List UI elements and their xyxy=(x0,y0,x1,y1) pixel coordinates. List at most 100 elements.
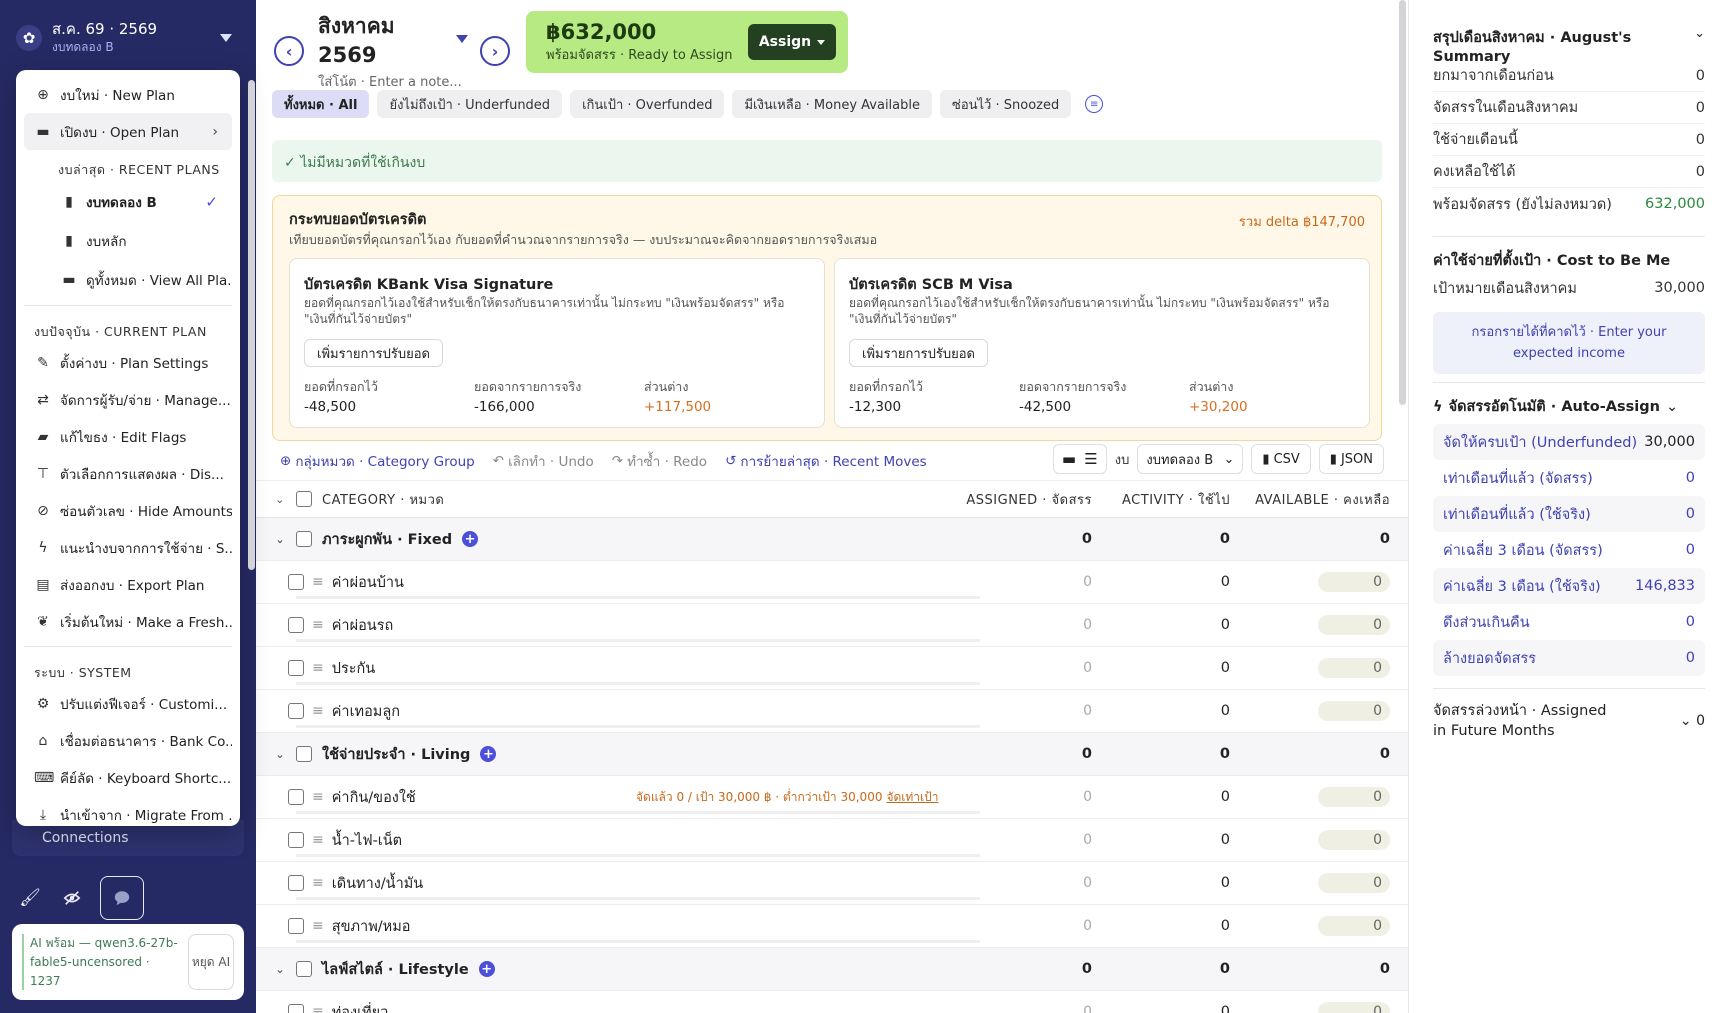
auto-underfunded[interactable]: จัดให้ครบเป้า (Underfunded) 30,000 xyxy=(1433,424,1705,460)
row-checkbox[interactable] xyxy=(288,1004,304,1013)
row-checkbox[interactable] xyxy=(288,660,304,676)
add-category-group-button[interactable]: ⊕ กลุ่มหมวด · Category Group xyxy=(280,450,475,472)
menu-migrate-from[interactable]: ⤓ นำเข้าจาก · Migrate From ... xyxy=(24,796,232,833)
menu-view-all-plans[interactable]: ▬ ดูทั้งหมด · View All Pla... xyxy=(24,260,232,299)
category-name[interactable]: เดินทาง/น้ำมัน xyxy=(332,872,1408,895)
chat-bubble-icon[interactable] xyxy=(100,876,144,920)
paint-roller-icon[interactable]: 🖌 xyxy=(16,884,44,912)
menu-suggest-plan[interactable]: ϟ แนะนำงบจากการใช้จ่าย · S... xyxy=(24,529,232,566)
month-title[interactable]: สิงหาคม 2569 xyxy=(318,10,468,67)
menu-export-plan[interactable]: ▤ ส่งออกงบ · Export Plan xyxy=(24,566,232,603)
filter-overfunded[interactable]: เกินเป้า · Overfunded xyxy=(570,90,725,118)
menu-recent-plan-1[interactable]: ▮ งบทดลอง B ✓ xyxy=(24,182,232,221)
auto-reset-assigned[interactable]: ล้างยอดจัดสรร 0 xyxy=(1433,640,1705,676)
chevron-down-icon[interactable]: ⌄ xyxy=(274,963,286,976)
menu-bank-connections[interactable]: ⌂ เชื่อมต่อธนาคาร · Bank Co... xyxy=(24,722,232,759)
add-adjustment-button[interactable]: เพิ่มรายการปรับยอด xyxy=(849,339,988,367)
available-pill[interactable]: 0 xyxy=(1318,916,1390,936)
category-row[interactable]: ≡ ค่ากิน/ของใช้ จัดแล้ว 0 / เป้า 30,000 … xyxy=(256,776,1408,819)
row-checkbox[interactable] xyxy=(296,531,312,547)
available-pill[interactable]: 0 xyxy=(1318,830,1390,850)
assigned-cell[interactable]: 0 xyxy=(1083,875,1092,891)
category-group-row[interactable]: ⌄ ภาระผูกพัน · Fixed + 0 0 0 xyxy=(256,518,1408,561)
assigned-cell[interactable]: 0 xyxy=(1083,789,1092,805)
category-name[interactable]: ท่องเที่ยว xyxy=(332,1001,1408,1013)
drag-handle-icon[interactable]: ≡ xyxy=(312,789,324,805)
chevron-down-icon[interactable]: ⌄ xyxy=(274,748,286,761)
auto-assign-header[interactable]: ϟ จัดสรรอัตโนมัติ · Auto-Assign ⌄ xyxy=(1433,395,1705,418)
available-pill[interactable]: 0 xyxy=(1318,873,1390,893)
add-category-icon[interactable]: + xyxy=(478,961,495,977)
drag-handle-icon[interactable]: ≡ xyxy=(312,875,324,891)
assigned-cell[interactable]: 0 xyxy=(1083,660,1092,676)
category-row[interactable]: ≡ ค่าผ่อนบ้าน 0 0 0 xyxy=(256,561,1408,604)
fund-to-goal-link[interactable]: จัดเท่าเป้า xyxy=(886,790,938,804)
drag-handle-icon[interactable]: ≡ xyxy=(312,1004,324,1013)
row-checkbox[interactable] xyxy=(288,617,304,633)
prev-month-button[interactable]: ‹ xyxy=(274,36,304,66)
menu-customize-features[interactable]: ⚙ ปรับแต่งฟีเจอร์ · Customi... xyxy=(24,685,232,722)
add-category-icon[interactable]: + xyxy=(480,746,497,762)
recent-moves-button[interactable]: ↺ การย้ายล่าสุด · Recent Moves xyxy=(725,450,927,472)
ai-stop-button[interactable]: หยุด AI xyxy=(188,934,234,990)
sidebar-scrollbar[interactable] xyxy=(248,80,255,570)
category-row[interactable]: ≡ สุขภาพ/หมอ 0 0 0 xyxy=(256,905,1408,948)
collapse-all-icon[interactable]: ⌄ xyxy=(274,493,286,506)
main-scrollbar[interactable] xyxy=(1399,0,1406,405)
row-checkbox[interactable] xyxy=(288,574,304,590)
menu-recent-plan-2[interactable]: ▮ งบหลัก xyxy=(24,221,232,260)
assigned-cell[interactable]: 0 xyxy=(1083,918,1092,934)
available-pill[interactable]: 0 xyxy=(1318,658,1390,678)
enter-income-button[interactable]: กรอกรายได้ที่คาดไว้ · Enter your expecte… xyxy=(1433,312,1705,374)
month-note-input[interactable]: ใส่โน้ต · Enter a note... xyxy=(318,71,468,92)
redo-button[interactable]: ↷ ทำซ้ำ · Redo xyxy=(612,450,707,472)
category-name[interactable]: สุขภาพ/หมอ xyxy=(332,915,1408,938)
auto-last-month-spent[interactable]: เท่าเดือนที่แล้ว (ใช้จริง) 0 xyxy=(1433,496,1705,532)
menu-manage-payees[interactable]: ⇄ จัดการผู้รับ/จ่าย · Manage... xyxy=(24,381,232,418)
future-months-section[interactable]: จัดสรรล่วงหน้า · Assigned in Future Mont… xyxy=(1433,688,1705,741)
export-json-button[interactable]: ▮ JSON xyxy=(1318,444,1384,474)
category-group-row[interactable]: ⌄ ไลฟ์สไตล์ · Lifestyle + 0 0 0 xyxy=(256,948,1408,991)
menu-new-plan[interactable]: ⊕ งบใหม่ · New Plan xyxy=(24,76,232,113)
category-name[interactable]: ค่าเทอมลูก xyxy=(332,700,1408,723)
row-checkbox[interactable] xyxy=(288,832,304,848)
drag-handle-icon[interactable]: ≡ xyxy=(312,574,324,590)
chevron-down-icon[interactable] xyxy=(220,34,232,42)
row-checkbox[interactable] xyxy=(296,746,312,762)
filter-money-available[interactable]: มีเงินเหลือ · Money Available xyxy=(732,90,932,118)
category-row[interactable]: ≡ ค่าผ่อนรถ 0 0 0 xyxy=(256,604,1408,647)
row-checkbox[interactable] xyxy=(288,789,304,805)
filter-underfunded[interactable]: ยังไม่ถึงเป้า · Underfunded xyxy=(377,90,563,118)
next-month-button[interactable]: › xyxy=(480,36,510,66)
assigned-cell[interactable]: 0 xyxy=(1083,832,1092,848)
menu-plan-settings[interactable]: ✎ ตั้งค่างบ · Plan Settings xyxy=(24,344,232,381)
category-group-row[interactable]: ⌄ ใช้จ่ายประจำ · Living + 0 0 0 xyxy=(256,733,1408,776)
drag-handle-icon[interactable]: ≡ xyxy=(312,832,324,848)
category-row[interactable]: ≡ ประกัน 0 0 0 xyxy=(256,647,1408,690)
row-checkbox[interactable] xyxy=(288,918,304,934)
available-pill[interactable]: 0 xyxy=(1318,615,1390,635)
category-row[interactable]: ≡ น้ำ-ไฟ-เน็ต 0 0 0 xyxy=(256,819,1408,862)
menu-display-options[interactable]: ⊤ ตัวเลือกการแสดงผล · Dis... xyxy=(24,455,232,492)
export-csv-button[interactable]: ▮ CSV xyxy=(1251,444,1311,474)
available-pill[interactable]: 0 xyxy=(1318,701,1390,721)
plan-switcher[interactable]: ✿ ส.ค. 69 · 2569 งบทดลอง B xyxy=(16,18,240,58)
drag-handle-icon[interactable]: ≡ xyxy=(312,918,324,934)
menu-open-plan[interactable]: ▬ เปิดงบ · Open Plan › xyxy=(24,113,232,150)
menu-edit-flags[interactable]: ▰ แก้ไขธง · Edit Flags xyxy=(24,418,232,455)
row-checkbox[interactable] xyxy=(288,875,304,891)
assigned-cell[interactable]: 0 xyxy=(1083,1004,1092,1013)
assign-button[interactable]: Assign xyxy=(748,24,836,60)
category-name[interactable]: ค่าผ่อนรถ xyxy=(332,614,1408,637)
available-pill[interactable]: 0 xyxy=(1318,1002,1390,1013)
assigned-cell[interactable]: 0 xyxy=(1083,574,1092,590)
assigned-cell[interactable]: 0 xyxy=(1083,617,1092,633)
assigned-cell[interactable]: 0 xyxy=(1083,703,1092,719)
menu-keyboard-shortcuts[interactable]: ⌨ คีย์ลัด · Keyboard Shortc... xyxy=(24,759,232,796)
filter-snoozed[interactable]: ซ่อนไว้ · Snoozed xyxy=(940,90,1072,118)
auto-avg-spent[interactable]: ค่าเฉลี่ย 3 เดือน (ใช้จริง) 146,833 xyxy=(1433,568,1705,604)
drag-handle-icon[interactable]: ≡ xyxy=(312,617,324,633)
category-row[interactable]: ≡ ท่องเที่ยว 0 0 0 xyxy=(256,991,1408,1013)
menu-fresh-start[interactable]: ❦ เริ่มต้นใหม่ · Make a Fresh... xyxy=(24,603,232,640)
eye-off-icon[interactable] xyxy=(58,884,86,912)
